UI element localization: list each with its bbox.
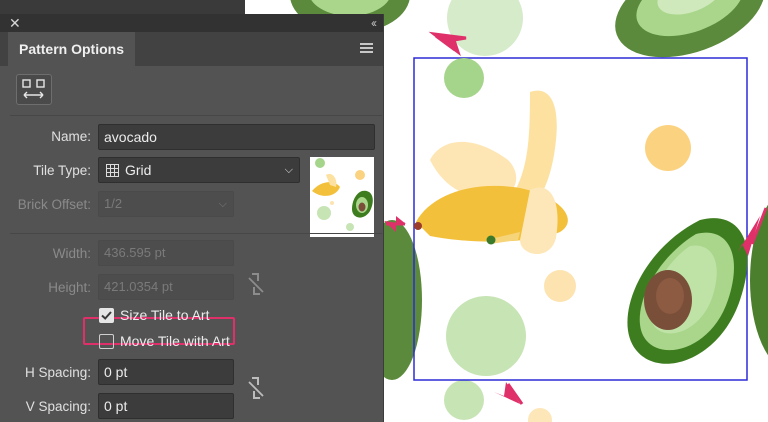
h-spacing-field[interactable]: 0 pt (98, 359, 234, 385)
panel-tabbar: Pattern Options (0, 32, 383, 66)
menu-icon[interactable] (360, 43, 373, 54)
chevron-down-icon: ⌵ (284, 164, 293, 176)
pattern-dot-green[interactable] (444, 58, 484, 98)
divider (10, 233, 382, 234)
close-icon[interactable]: ✕ (9, 15, 21, 31)
size-tile-to-art-button[interactable] (16, 74, 52, 105)
pattern-avocado (750, 204, 768, 356)
height-label: Height: (48, 280, 91, 295)
h-spacing-label: H Spacing: (24, 365, 91, 380)
avocado-artwork[interactable] (627, 218, 748, 364)
fit-tile-icon (22, 79, 45, 99)
height-field[interactable]: 421.0354 pt (98, 274, 234, 300)
pattern-dot-green (444, 380, 484, 420)
name-label: Name: (51, 129, 91, 144)
size-tile-to-art-checkbox[interactable] (99, 308, 114, 323)
v-spacing-field[interactable]: 0 pt (98, 393, 234, 419)
grid-icon (106, 164, 119, 177)
panel-titlebar: ✕ ‹‹ (0, 14, 383, 32)
move-tile-with-art-checkbox[interactable] (99, 334, 114, 349)
pattern-dot-green (447, 0, 523, 56)
width-field[interactable]: 436.595 pt (98, 240, 234, 266)
pattern-dot-yellow[interactable] (645, 125, 691, 171)
tile-type-select[interactable]: Grid ⌵ (98, 157, 300, 183)
divider (10, 115, 382, 116)
tile-type-label: Tile Type: (33, 163, 91, 178)
name-field[interactable]: avocado (98, 124, 375, 150)
width-label: Width: (52, 246, 91, 261)
link-icon[interactable] (246, 272, 266, 296)
tile-preview-thumbnail (310, 157, 374, 237)
brick-offset-value: 1/2 (104, 196, 123, 211)
chevron-down-icon: ⌵ (218, 198, 227, 210)
size-tile-to-art-label[interactable]: Size Tile to Art (120, 307, 209, 323)
pattern-dot-green[interactable] (446, 296, 526, 376)
v-spacing-label: V Spacing: (25, 399, 91, 414)
tile-type-value: Grid (125, 162, 152, 178)
tab-pattern-options[interactable]: Pattern Options (8, 32, 135, 66)
pattern-avocado (615, 0, 765, 58)
pattern-dot-yellow[interactable] (544, 270, 576, 302)
collapse-icon[interactable]: ‹‹ (371, 15, 377, 31)
brick-offset-select[interactable]: 1/2 ⌵ (98, 191, 234, 217)
check-icon (101, 311, 112, 320)
brick-offset-label: Brick Offset: (17, 197, 91, 212)
pattern-dot-yellow (528, 408, 552, 422)
pattern-options-panel: ✕ ‹‹ Pattern Options Name: avocado Tile … (0, 14, 384, 422)
move-tile-with-art-label[interactable]: Move Tile with Art (120, 333, 230, 349)
link-icon[interactable] (246, 376, 266, 400)
banana-artwork[interactable] (414, 90, 568, 255)
